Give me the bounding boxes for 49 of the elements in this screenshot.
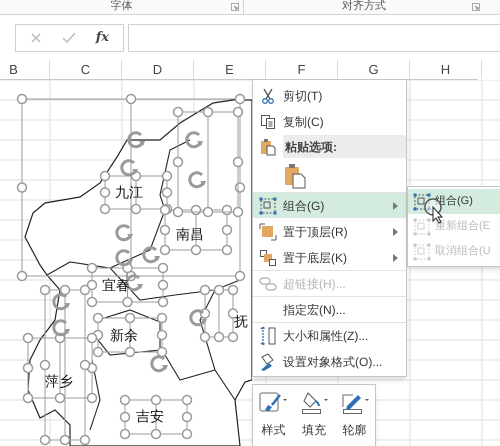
- column-header[interactable]: G: [368, 60, 379, 80]
- toolbar-button[interactable]: 轮廓: [336, 391, 373, 446]
- column-header[interactable]: F: [298, 60, 306, 80]
- menu-item[interactable]: 置于顶层(R): [253, 218, 406, 244]
- group-icon: [259, 196, 277, 214]
- menu-item[interactable]: 置于底层(K): [253, 244, 406, 270]
- insert-function-button[interactable]: fx: [96, 28, 110, 48]
- column-header[interactable]: B: [9, 60, 18, 80]
- column-header[interactable]: E: [225, 60, 234, 80]
- map-label: 九江: [115, 184, 143, 200]
- group-icon: [412, 242, 430, 260]
- link-icon: [259, 276, 277, 290]
- dialog-launcher-icon[interactable]: [472, 3, 480, 11]
- map-label: 宜春: [102, 277, 130, 293]
- cancel-icon[interactable]: [30, 32, 42, 44]
- dialog-launcher-icon[interactable]: [231, 3, 239, 11]
- group-icon: [412, 218, 430, 236]
- toolbar-button[interactable]: 样式: [255, 391, 292, 446]
- map-label: 萍乡: [45, 373, 73, 389]
- copy-icon: [260, 114, 276, 130]
- send-back-icon: [259, 248, 277, 266]
- submenu-arrow-icon: [393, 202, 398, 210]
- check-icon[interactable]: [62, 32, 76, 44]
- menu-item[interactable]: 指定宏(N)...: [253, 296, 406, 322]
- toolbar-button[interactable]: 填充: [296, 391, 332, 446]
- bring-front-icon: [259, 222, 277, 240]
- clipboard-icon: [260, 138, 276, 156]
- menu-item[interactable]: 大小和属性(Z)...: [253, 322, 406, 348]
- map-label: 新余: [110, 327, 138, 343]
- submenu-arrow-icon: [393, 254, 398, 262]
- menu-item[interactable]: 剪切(T): [253, 82, 406, 108]
- menu-item[interactable]: 组合(G): [253, 192, 406, 218]
- column-header[interactable]: H: [440, 60, 450, 80]
- group-icon: [412, 192, 430, 210]
- size-icon: [259, 326, 277, 346]
- map-label: 南昌: [176, 226, 204, 242]
- paste-icon[interactable]: [284, 162, 306, 188]
- column-header[interactable]: D: [152, 60, 162, 80]
- map-label: 吉安: [136, 408, 164, 424]
- formula-input[interactable]: [128, 24, 500, 52]
- map-label: 抚: [234, 313, 248, 329]
- scissors-icon: [260, 88, 276, 104]
- ribbon-group-label: 字体: [110, 0, 132, 14]
- menu-section-header: 粘贴选项:: [283, 135, 406, 158]
- submenu-arrow-icon: [393, 228, 398, 236]
- menu-item[interactable]: 复制(C): [253, 108, 406, 134]
- ribbon-group-label: 对齐方式: [342, 0, 386, 14]
- column-header[interactable]: C: [80, 60, 90, 80]
- menu-item[interactable]: 设置对象格式(O)...: [253, 348, 406, 374]
